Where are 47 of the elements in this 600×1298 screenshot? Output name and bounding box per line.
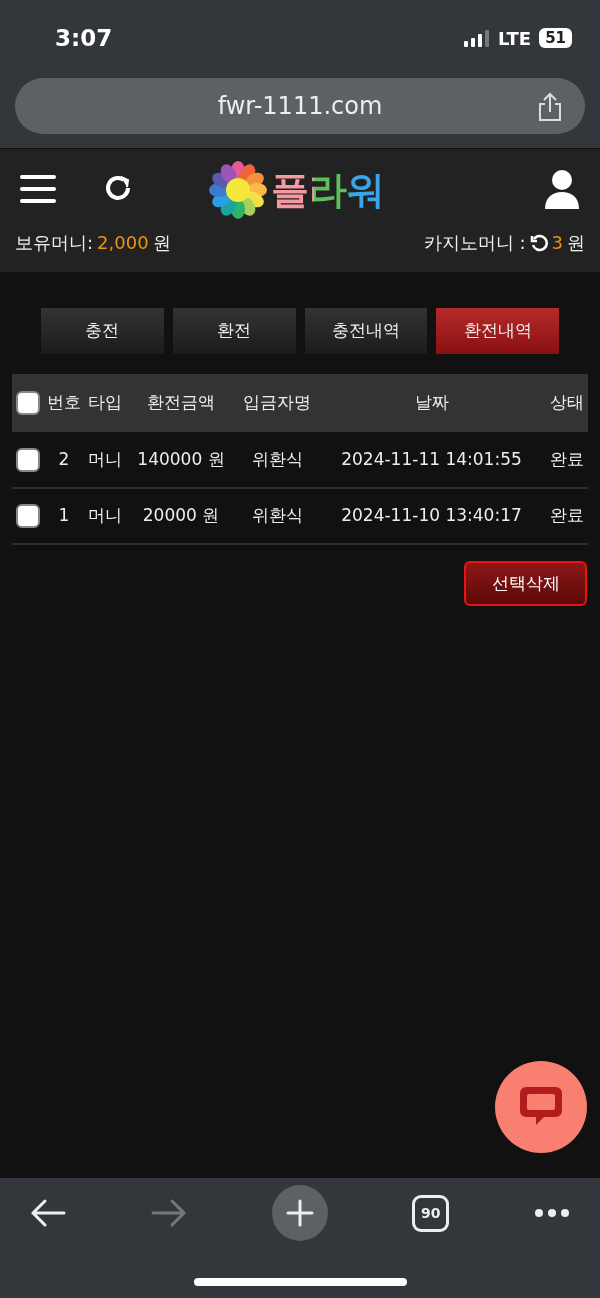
table-cell: 20000 원 (142, 505, 220, 526)
balance-value: 3 (551, 231, 563, 255)
plus-icon (285, 1199, 314, 1227)
checkbox[interactable] (16, 447, 40, 472)
currency-unit: 원 (567, 231, 585, 255)
signal-icon (464, 29, 491, 47)
column-header: 타입 (88, 392, 122, 413)
table-cell: 2024-11-10 13:40:17 (341, 505, 522, 526)
network-type: LTE (498, 26, 532, 51)
table-cell: 위환식 (251, 505, 303, 526)
clock-time: 3:07 (55, 23, 113, 53)
balance-label: 보유머니: (15, 231, 94, 255)
currency-unit: 원 (152, 231, 171, 255)
tab[interactable]: 충전내역 (304, 308, 428, 354)
table-cell: 위환식 (251, 448, 303, 469)
menu-icon[interactable] (20, 174, 56, 204)
checkbox[interactable] (16, 391, 40, 416)
tab-count-button[interactable]: 90 (412, 1194, 450, 1232)
balance-label: 카지노머니 : (423, 231, 526, 255)
table-cell: 머니 (88, 505, 122, 526)
delete-selected-button[interactable]: 선택삭제 (464, 561, 587, 606)
column-header: 번호 (47, 392, 81, 413)
refresh-icon[interactable] (529, 233, 548, 252)
share-icon[interactable] (537, 92, 563, 122)
address-bar[interactable]: fwr-1111.com (15, 78, 585, 134)
more-icon[interactable] (534, 1208, 570, 1218)
table-cell: 2 (58, 448, 70, 469)
column-header: 날짜 (414, 392, 449, 413)
flower-icon (209, 161, 267, 219)
column-header: 상태 (549, 392, 584, 413)
tab[interactable]: 충전 (41, 308, 164, 354)
table-cell: 완료 (549, 505, 584, 526)
table-cell: 완료 (549, 448, 584, 469)
balance-value: 2,000 (97, 231, 149, 255)
table-cell: 머니 (88, 448, 122, 469)
table-cell: 2024-11-11 14:01:55 (341, 448, 522, 469)
table-cell: 1 (58, 505, 70, 526)
battery-indicator: 51 (539, 28, 572, 48)
tab[interactable]: 환전내역 (436, 308, 559, 354)
forward-icon[interactable] (150, 1198, 187, 1228)
back-icon[interactable] (30, 1198, 66, 1228)
checkbox[interactable] (16, 504, 40, 529)
tab[interactable]: 환전 (172, 308, 296, 354)
user-icon[interactable] (544, 169, 580, 209)
column-header: 입금자명 (243, 392, 311, 413)
column-header: 환전금액 (147, 392, 215, 413)
table-cell: 140000 원 (137, 448, 225, 469)
